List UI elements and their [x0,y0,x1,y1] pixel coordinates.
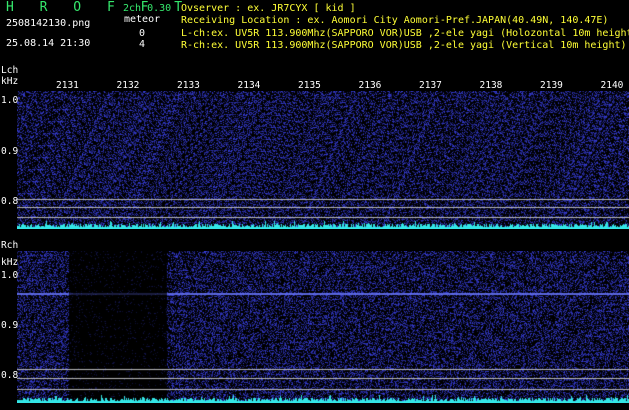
time-tick-2137: 2137 [419,80,442,91]
lch-y-label-0-9: 0.9 [1,146,19,157]
rch-y-label-0-9: 0.9 [1,320,19,331]
time-tick-2136: 2136 [358,80,382,91]
time-tick-2140: 2140 [600,80,624,91]
lch-y-label-0-8: 0.8 [1,196,19,207]
rch-y-label-1-0: 1.0 [1,270,19,281]
channel-mode: 2ch 0.30 [123,3,172,14]
lch-info: L-ch:ex. UV5R 113.900Mhz(SAPPORO VOR)USB… [181,28,629,39]
observer-info: Ovserver : ex. JR7CYX [ kid ] [181,3,356,14]
file-name: 2508142130.png [6,18,91,29]
meteor-label: meteor [124,14,161,25]
time-tick-2134: 2134 [237,80,261,91]
timestamp: 25.08.14 21:30 [6,38,91,49]
rch-spectrogram [17,251,629,403]
rch-unit: kHz [1,257,19,268]
time-tick-2135: 2135 [298,80,321,91]
time-tick-2138: 2138 [479,80,503,91]
lch-spectrogram [17,91,629,229]
rch-label: Rch [1,240,19,251]
hroft-window: H R O F F T 2508142130.png 25.08.14 21:3… [0,0,629,410]
lch-meteor-count: 0 [139,28,146,39]
time-tick-2133: 2133 [177,80,200,91]
rch-y-label-0-8: 0.8 [1,370,19,381]
lch-unit: kHz [1,76,19,87]
location-info: Receiving Location : ex. Aomori City Aom… [181,15,609,26]
lch-y-label-1-0: 1.0 [1,95,19,106]
rch-info: R-ch:ex. UV5R 113.900Mhz(SAPPORO VOR)USB… [181,40,627,51]
lch-label: Lch [1,65,19,76]
time-tick-2139: 2139 [540,80,563,91]
rch-meteor-count: 4 [139,39,146,50]
time-tick-2132: 2132 [116,80,140,91]
time-tick-2131: 2131 [56,80,79,91]
